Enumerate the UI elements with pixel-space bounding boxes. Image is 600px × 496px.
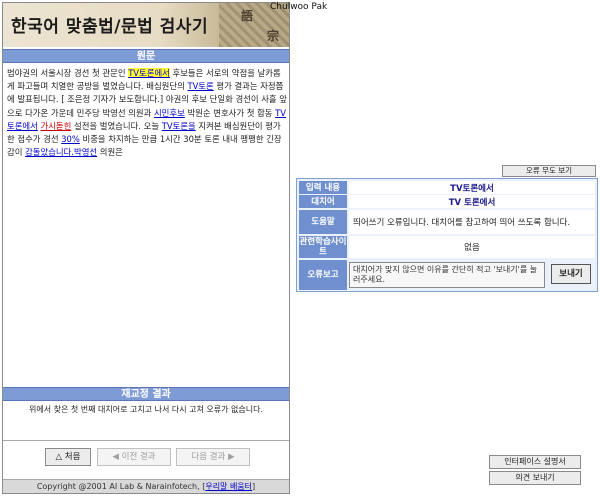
interface-guide-button[interactable]: 인터페이스 설명서	[489, 455, 581, 469]
related-site-value: 없음	[349, 236, 595, 258]
banner-deco-char: 語	[241, 9, 254, 23]
input-row: 입력 내용 TV토론에서	[297, 181, 597, 194]
error-info-table: 입력 내용 TV토론에서 대치어 TV 토론에서 도움말 띄어쓰기 오류입니다.…	[296, 178, 598, 292]
error-report-label: 오류보고	[299, 260, 347, 290]
error-report-textarea[interactable]: 대치어가 맞지 않으면 이유를 간단히 적고 '보내기'를 눌러주세요.	[349, 262, 545, 288]
triangle-left-icon: ◀	[112, 452, 119, 462]
error-word-link[interactable]: 시민후보	[154, 108, 185, 118]
triangle-up-icon: △	[55, 452, 63, 462]
error-word-link[interactable]: 감돌았습니다.	[25, 147, 74, 157]
original-text-body: 범야권의 서울시장 경선 첫 관문인 TV토론에서 후보들은 서로의 약점을 날…	[7, 67, 287, 159]
current-error-word[interactable]: TV토론에서	[128, 68, 170, 78]
input-label: 입력 내용	[299, 181, 347, 194]
help-label: 도움말	[299, 210, 347, 234]
recheck-result-header: 재교정 결과	[3, 387, 289, 401]
recheck-result-message: 위에서 찾은 첫 번째 대치어로 고치고 나서 다시 고쳐 오류가 없습니다.	[28, 405, 264, 414]
banner-deco-char: 宗	[267, 29, 280, 43]
triangle-right-icon: ▶	[228, 452, 235, 462]
input-value: TV토론에서	[349, 181, 595, 194]
error-report-row: 오류보고 대치어가 맞지 않으면 이유를 간단히 적고 '보내기'를 눌러주세요…	[297, 260, 597, 290]
result-navigation: △ 처음 ◀ 이전 결과 다음 결과 ▶	[3, 440, 289, 472]
error-word-link[interactable]: TV토론	[187, 81, 213, 91]
text-span: 의원은	[97, 147, 123, 158]
first-result-button[interactable]: △ 처음	[45, 448, 91, 466]
text-span: 박원순 변호사가 첫 합동	[184, 107, 276, 118]
first-result-label: 처음	[64, 452, 81, 462]
help-row: 도움말 띄어쓰기 오류입니다. 대치어를 참고하여 띄어 쓰도록 합니다.	[297, 210, 597, 234]
prev-result-label: 이전 결과	[121, 452, 156, 462]
error-word-link[interactable]: 박영선	[74, 147, 97, 157]
learning-site-link[interactable]: 우리말 배움터	[205, 482, 252, 491]
error-word-link[interactable]: 30%	[61, 134, 80, 144]
checker-panel: 한국어 맞춤법/문법 검사기 語 宗 원문 범야권의 서울시장 경선 첫 관문인…	[2, 2, 290, 494]
text-span: 설전을 벌였습니다. 오늘	[71, 120, 162, 131]
replacement-row: 대치어 TV 토론에서	[297, 195, 597, 208]
original-text-header: 원문	[3, 49, 289, 63]
copyright-text: Copyright @2001 AI Lab & Narainfotech, [	[36, 482, 206, 491]
error-word-link[interactable]: 가시돋힌	[41, 121, 72, 131]
replacement-value[interactable]: TV 토론에서	[349, 195, 595, 208]
banner: 한국어 맞춤법/문법 검사기 語 宗	[3, 3, 289, 47]
replacement-label: 대치어	[299, 195, 347, 208]
copyright-end: ]	[252, 482, 256, 491]
text-span: 범야권의 서울시장 경선 첫 관문인	[7, 68, 129, 78]
help-value: 띄어쓰기 오류입니다. 대치어를 참고하여 띄어 쓰도록 합니다.	[349, 210, 595, 234]
related-site-row: 관련학습사이트 없음	[297, 236, 597, 258]
app-title: 한국어 맞춤법/문법 검사기	[11, 17, 209, 37]
related-site-label: 관련학습사이트	[299, 236, 347, 258]
next-result-button[interactable]: 다음 결과 ▶	[176, 448, 250, 466]
error-word-link[interactable]: TV토론을	[162, 121, 196, 131]
send-feedback-button[interactable]: 의견 보내기	[489, 471, 581, 485]
next-result-label: 다음 결과	[191, 452, 226, 462]
author-name: Chulwoo Pak	[270, 2, 328, 12]
show-original-button[interactable]: 오류 무도 보기	[502, 165, 596, 177]
send-button[interactable]: 보내기	[551, 264, 591, 284]
error-report-cell: 대치어가 맞지 않으면 이유를 간단히 적고 '보내기'를 눌러주세요. 보내기	[349, 260, 595, 290]
copyright-footer: Copyright @2001 AI Lab & Narainfotech, […	[3, 479, 289, 493]
prev-result-button[interactable]: ◀ 이전 결과	[97, 448, 171, 466]
